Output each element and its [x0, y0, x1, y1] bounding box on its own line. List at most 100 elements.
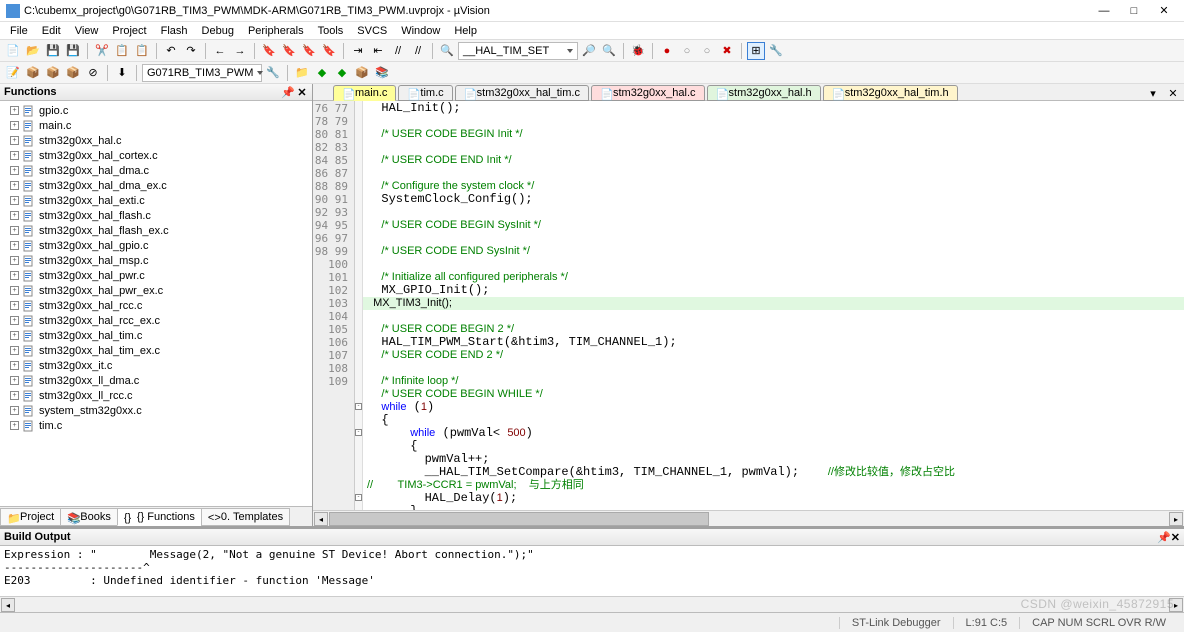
menu-window[interactable]: Window: [395, 24, 446, 38]
tree-file[interactable]: +stm32g0xx_hal_exti.c: [0, 193, 312, 208]
tree-file[interactable]: +system_stm32g0xx.c: [0, 403, 312, 418]
maximize-button[interactable]: □: [1128, 5, 1140, 17]
tree-file[interactable]: +stm32g0xx_hal_rcc_ex.c: [0, 313, 312, 328]
tree-file[interactable]: +stm32g0xx_hal.c: [0, 133, 312, 148]
rebuild-icon[interactable]: 📦: [44, 64, 62, 82]
expand-icon[interactable]: +: [10, 151, 19, 160]
expand-icon[interactable]: +: [10, 376, 19, 385]
scroll-right-icon[interactable]: ▸: [1169, 512, 1183, 526]
build-output-hscroll[interactable]: ◂ ▸: [0, 596, 1184, 612]
tree-file[interactable]: +stm32g0xx_ll_dma.c: [0, 373, 312, 388]
close-panel-icon[interactable]: ✕: [296, 86, 308, 98]
panel-tab-templates[interactable]: <>0. Templates: [201, 508, 290, 526]
manage-project-icon[interactable]: 📁: [293, 64, 311, 82]
expand-icon[interactable]: +: [10, 166, 19, 175]
window-layout-icon[interactable]: ⊞: [747, 42, 765, 60]
expand-icon[interactable]: +: [10, 391, 19, 400]
target-combo[interactable]: G071RB_TIM3_PWM: [142, 64, 262, 82]
build-icon[interactable]: 📦: [24, 64, 42, 82]
batch-build-icon[interactable]: 📦: [64, 64, 82, 82]
breakpoint-kill-icon[interactable]: ✖: [718, 42, 736, 60]
bookmark-clear-icon[interactable]: 🔖: [320, 42, 338, 60]
code-editor[interactable]: 76 77 78 79 80 81 82 83 84 85 86 87 88 8…: [313, 101, 1184, 510]
code-text[interactable]: HAL_Init(); /* USER CODE BEGIN Init */ /…: [363, 101, 1184, 510]
menu-peripherals[interactable]: Peripherals: [242, 24, 310, 38]
editor-tab[interactable]: 📄stm32g0xx_hal_tim.c: [455, 85, 589, 101]
editor-tab[interactable]: 📄stm32g0xx_hal_tim.h: [823, 85, 958, 101]
fold-toggle-icon[interactable]: -: [355, 494, 362, 501]
editor-hscroll[interactable]: ◂ ▸: [313, 510, 1184, 526]
tree-file[interactable]: +gpio.c: [0, 103, 312, 118]
expand-icon[interactable]: +: [10, 316, 19, 325]
build-output-text[interactable]: Expression : " Message(2, "Not a genuine…: [0, 546, 1184, 596]
incremental-find-icon[interactable]: 🔍: [600, 42, 618, 60]
debug-start-icon[interactable]: 🐞: [629, 42, 647, 60]
comment-icon[interactable]: //: [389, 42, 407, 60]
close-tab-icon[interactable]: ✕: [1164, 84, 1182, 102]
expand-icon[interactable]: +: [10, 196, 19, 205]
stop-build-icon[interactable]: ⊘: [84, 64, 102, 82]
tree-file[interactable]: +stm32g0xx_hal_gpio.c: [0, 238, 312, 253]
tree-file[interactable]: +stm32g0xx_hal_dma_ex.c: [0, 178, 312, 193]
breakpoint-disable-icon[interactable]: ○: [698, 42, 716, 60]
tree-file[interactable]: +stm32g0xx_ll_rcc.c: [0, 388, 312, 403]
expand-icon[interactable]: +: [10, 346, 19, 355]
select-packs-icon[interactable]: ◆: [333, 64, 351, 82]
menu-edit[interactable]: Edit: [36, 24, 67, 38]
expand-icon[interactable]: +: [10, 106, 19, 115]
nav-fwd-icon[interactable]: →: [231, 42, 249, 60]
menu-file[interactable]: File: [4, 24, 34, 38]
target-options-icon[interactable]: 🔧: [264, 64, 282, 82]
pin-icon[interactable]: 📌: [1157, 531, 1171, 544]
tree-file[interactable]: +stm32g0xx_hal_pwr_ex.c: [0, 283, 312, 298]
indent-icon[interactable]: ⇥: [349, 42, 367, 60]
expand-icon[interactable]: +: [10, 256, 19, 265]
tree-file[interactable]: +stm32g0xx_hal_rcc.c: [0, 298, 312, 313]
close-panel-icon[interactable]: ✕: [1171, 531, 1180, 544]
nav-back-icon[interactable]: ←: [211, 42, 229, 60]
expand-icon[interactable]: +: [10, 226, 19, 235]
dropdown-tabs-icon[interactable]: ▾: [1144, 84, 1162, 102]
breakpoint-enable-icon[interactable]: ○: [678, 42, 696, 60]
scroll-thumb[interactable]: [329, 512, 709, 526]
menu-help[interactable]: Help: [448, 24, 483, 38]
menu-tools[interactable]: Tools: [312, 24, 350, 38]
uncomment-icon[interactable]: //: [409, 42, 427, 60]
configure-icon[interactable]: 🔧: [767, 42, 785, 60]
tree-file[interactable]: +stm32g0xx_hal_tim_ex.c: [0, 343, 312, 358]
menu-project[interactable]: Project: [106, 24, 152, 38]
outdent-icon[interactable]: ⇤: [369, 42, 387, 60]
file-tree[interactable]: +gpio.c+main.c+stm32g0xx_hal.c+stm32g0xx…: [0, 101, 312, 506]
tree-file[interactable]: +stm32g0xx_hal_msp.c: [0, 253, 312, 268]
minimize-button[interactable]: —: [1098, 5, 1110, 17]
expand-icon[interactable]: +: [10, 136, 19, 145]
tree-file[interactable]: +stm32g0xx_hal_dma.c: [0, 163, 312, 178]
editor-tab[interactable]: 📄main.c: [333, 85, 396, 101]
find-combo[interactable]: __HAL_TIM_SET: [458, 42, 578, 60]
scroll-right-icon[interactable]: ▸: [1169, 598, 1183, 612]
editor-tab[interactable]: 📄tim.c: [398, 85, 452, 101]
expand-icon[interactable]: +: [10, 181, 19, 190]
menu-debug[interactable]: Debug: [196, 24, 240, 38]
tree-file[interactable]: +stm32g0xx_hal_flash_ex.c: [0, 223, 312, 238]
bookmark-prev-icon[interactable]: 🔖: [280, 42, 298, 60]
expand-icon[interactable]: +: [10, 241, 19, 250]
fold-toggle-icon[interactable]: -: [355, 429, 362, 436]
save-icon[interactable]: 💾: [44, 42, 62, 60]
tree-file[interactable]: +stm32g0xx_hal_flash.c: [0, 208, 312, 223]
copy-icon[interactable]: 📋: [113, 42, 131, 60]
bookmark-next-icon[interactable]: 🔖: [300, 42, 318, 60]
expand-icon[interactable]: +: [10, 301, 19, 310]
download-icon[interactable]: ⬇: [113, 64, 131, 82]
paste-icon[interactable]: 📋: [133, 42, 151, 60]
tree-file[interactable]: +stm32g0xx_hal_pwr.c: [0, 268, 312, 283]
expand-icon[interactable]: +: [10, 286, 19, 295]
expand-icon[interactable]: +: [10, 421, 19, 430]
translate-icon[interactable]: 📝: [4, 64, 22, 82]
menu-svcs[interactable]: SVCS: [351, 24, 393, 38]
panel-tab-books[interactable]: 📚Books: [60, 508, 118, 526]
fold-gutter[interactable]: ----: [355, 101, 363, 510]
bookmark-toggle-icon[interactable]: 🔖: [260, 42, 278, 60]
pin-icon[interactable]: 📌: [282, 86, 294, 98]
breakpoint-insert-icon[interactable]: ●: [658, 42, 676, 60]
